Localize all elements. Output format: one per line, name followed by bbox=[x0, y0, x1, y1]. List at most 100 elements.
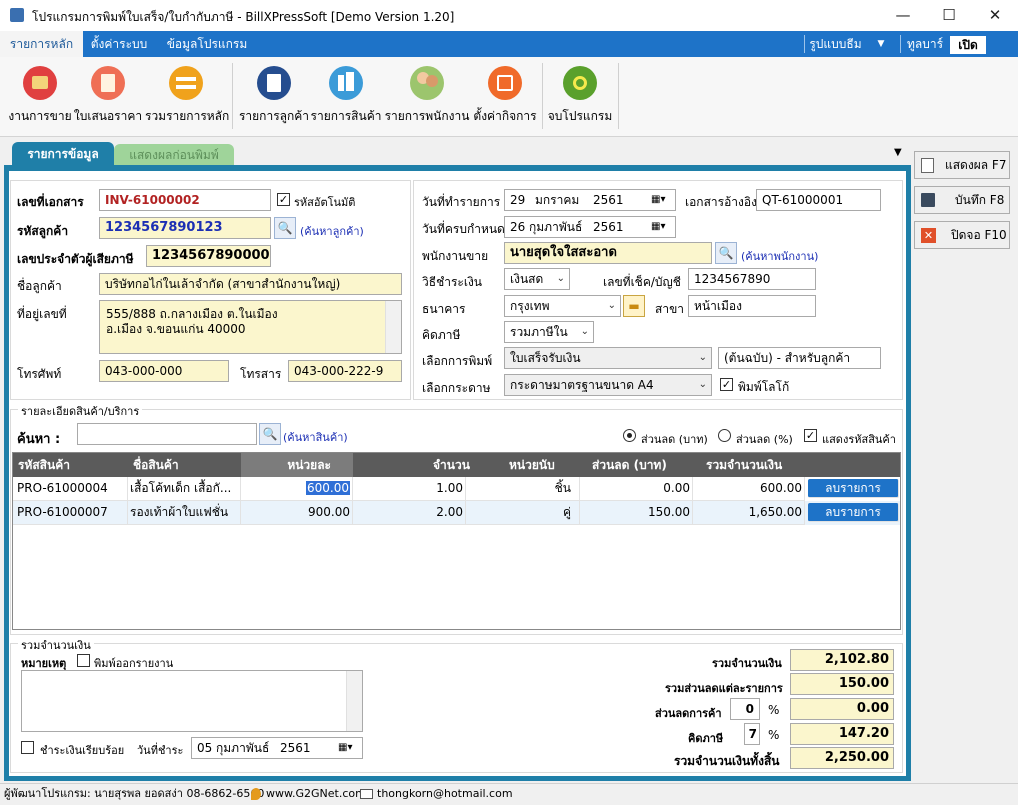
note-textarea[interactable] bbox=[21, 670, 363, 732]
ref-field[interactable]: QT-61000001 bbox=[756, 189, 881, 211]
delete-row-button[interactable]: ลบรายการ bbox=[808, 479, 899, 498]
search-salesman-icon[interactable]: 🔍 bbox=[715, 242, 737, 264]
menu-tab-settings[interactable]: ตั้งค่าระบบ bbox=[86, 31, 152, 57]
due-date-picker[interactable]: 26 กุมภาพันธ์ 2561 ▦▾ bbox=[504, 216, 676, 238]
location-pin-icon bbox=[251, 788, 261, 800]
col-code-header[interactable]: รหัสสินค้า bbox=[18, 453, 70, 477]
phone-field[interactable]: 043-000-000 bbox=[99, 360, 229, 382]
paper-label: เลือกกระดาษ bbox=[422, 381, 491, 395]
print-copy-field[interactable]: (ต้นฉบับ) - สำหรับลูกค้า bbox=[718, 347, 881, 369]
sum-label: รวมจำนวนเงิน bbox=[712, 657, 782, 670]
customers-button[interactable]: รายการลูกค้า bbox=[238, 61, 310, 131]
employees-button[interactable]: รายการพนักงาน bbox=[384, 61, 470, 131]
doc-no-label: เลขที่เอกสาร bbox=[17, 195, 84, 209]
close-button[interactable]: ✕ bbox=[972, 0, 1018, 31]
cheque-field[interactable]: 1234567890 bbox=[688, 268, 816, 290]
exchange-icon bbox=[169, 66, 203, 100]
col-qty-header[interactable]: จำนวน bbox=[433, 453, 470, 477]
print-type-select[interactable]: ใบเสร็จรับเงิน ⌄ bbox=[504, 347, 712, 369]
tax-select[interactable]: รวมภาษีใน ⌄ bbox=[504, 321, 594, 343]
txn-date-picker[interactable]: 29 มกราคม 2561 ▦▾ bbox=[504, 189, 676, 211]
items-grid[interactable]: รหัสสินค้า ชื่อสินค้า หน่วยละ จำนวน หน่ว… bbox=[12, 452, 901, 630]
show-code-checkbox[interactable]: ✓ bbox=[804, 429, 817, 442]
toolbar-toggle[interactable]: เปิด bbox=[950, 36, 986, 54]
paper-select[interactable]: กระดาษมาตรฐานขนาด A4 ⌄ bbox=[504, 374, 712, 396]
chevron-down-icon: ⌄ bbox=[698, 379, 707, 390]
col-name-header[interactable]: ชื่อสินค้า bbox=[133, 453, 179, 477]
save-icon bbox=[921, 193, 935, 207]
calendar-icon[interactable]: ▦▾ bbox=[338, 738, 352, 758]
cust-code-field[interactable]: 1234567890123 bbox=[99, 217, 271, 239]
vat-pct-field[interactable]: 7 bbox=[744, 723, 760, 745]
theme-menu[interactable]: รูปแบบธีม bbox=[808, 31, 863, 57]
chevron-down-icon: ⌄ bbox=[607, 300, 616, 311]
quotation-button[interactable]: ใบเสนอราคา bbox=[72, 61, 144, 131]
paid-checkbox[interactable] bbox=[21, 741, 34, 754]
delete-row-button[interactable]: ลบรายการ bbox=[808, 503, 899, 522]
grid-header: รหัสสินค้า ชื่อสินค้า หน่วยละ จำนวน หน่ว… bbox=[13, 453, 900, 477]
products-button[interactable]: รายการสินค้า bbox=[310, 61, 382, 131]
menu-tab-about[interactable]: ข้อมูลโปรแกรม bbox=[160, 31, 254, 57]
search-customer-icon[interactable]: 🔍 bbox=[274, 217, 296, 239]
fax-label: โทรสาร bbox=[240, 367, 282, 381]
cust-name-field[interactable]: บริษัทกอไก่ในเล้าจำกัด (สาขาสำนักงานใหญ่… bbox=[99, 273, 402, 295]
maximize-button[interactable]: ☐ bbox=[926, 0, 972, 31]
print-logo-checkbox[interactable]: ✓ bbox=[720, 378, 733, 391]
save-button[interactable]: บันทึก F8 bbox=[914, 186, 1010, 214]
auto-code-checkbox[interactable]: ✓ bbox=[277, 193, 290, 206]
address-field[interactable]: 555/888 ถ.กลางเมือง ต.ในเมือง อ.เมือง จ.… bbox=[99, 300, 402, 354]
search-product-icon[interactable]: 🔍 bbox=[259, 423, 281, 445]
ribbon-divider bbox=[542, 63, 543, 129]
preview-button[interactable]: แสดงผล F7 bbox=[914, 151, 1010, 179]
business-settings-button[interactable]: ตั้งค่ากิจการ bbox=[470, 61, 540, 131]
table-row[interactable]: PRO-61000004 เสื้อโค้ทเด็ก เสื้อกั... 60… bbox=[13, 477, 900, 501]
fax-field[interactable]: 043-000-222-9 bbox=[288, 360, 402, 382]
business-settings-icon bbox=[488, 66, 522, 100]
theme-dropdown-icon[interactable]: ▼ bbox=[874, 31, 888, 57]
table-row[interactable]: PRO-61000007 รองเท้าผ้าใบแฟชั่น 900.00 2… bbox=[13, 501, 900, 525]
pay-date-picker[interactable]: 05 กุมภาพันธ์ 2561 ▦▾ bbox=[191, 737, 363, 759]
tab-print-preview[interactable]: แสดงผลก่อนพิมพ์ bbox=[114, 144, 234, 167]
find-customer-link[interactable]: (ค้นหาลูกค้า) bbox=[300, 222, 364, 240]
main-list-button[interactable]: รวมรายการหลัก bbox=[145, 61, 229, 131]
vat-label: คิดภาษี bbox=[688, 732, 724, 745]
salesman-field[interactable]: นายสุดใจใสสะอาด bbox=[504, 242, 712, 264]
cust-name-label: ชื่อลูกค้า bbox=[17, 279, 62, 293]
product-search-input[interactable] bbox=[77, 423, 257, 445]
exit-button[interactable]: จบโปรแกรม bbox=[546, 61, 614, 131]
bank-select[interactable]: กรุงเทพ ⌄ bbox=[504, 295, 621, 317]
find-product-link[interactable]: (ค้นหาสินค้า) bbox=[283, 428, 348, 446]
chevron-down-icon: ⌄ bbox=[580, 326, 589, 337]
tab-menu-icon[interactable]: ▼ bbox=[894, 147, 902, 158]
discount-baht-radio[interactable] bbox=[623, 429, 636, 442]
email-link[interactable]: thongkorn@hotmail.com bbox=[377, 784, 513, 804]
col-total-header[interactable]: รวมจำนวนเงิน bbox=[706, 453, 782, 477]
print-note-checkbox[interactable] bbox=[77, 654, 90, 667]
calendar-icon[interactable]: ▦▾ bbox=[651, 190, 665, 210]
note-scrollbar[interactable] bbox=[346, 671, 362, 731]
payment-select[interactable]: เงินสด ⌄ bbox=[504, 268, 570, 290]
cust-discount-pct-field[interactable]: 0 bbox=[730, 698, 760, 720]
discount-pct-radio[interactable] bbox=[718, 429, 731, 442]
tax-id-field[interactable]: 1234567890000 bbox=[146, 245, 271, 267]
sales-button[interactable]: งานการขาย bbox=[4, 61, 76, 131]
address-scrollbar[interactable] bbox=[385, 301, 401, 353]
branch-field[interactable]: หน้าเมือง bbox=[688, 295, 816, 317]
toolbar-label: ทูลบาร์ bbox=[906, 37, 944, 51]
salesman-label: พนักงานขาย bbox=[422, 249, 489, 263]
close-screen-button[interactable]: ✕ ปิดจอ F10 bbox=[914, 221, 1010, 249]
close-box-icon: ✕ bbox=[921, 228, 936, 243]
find-salesman-link[interactable]: (ค้นหาพนักงาน) bbox=[741, 247, 818, 265]
menu-tab-main[interactable]: รายการหลัก bbox=[0, 31, 83, 57]
col-unit-header[interactable]: หน่วยนับ bbox=[509, 453, 555, 477]
folder-icon[interactable]: ▬ bbox=[623, 295, 645, 317]
calendar-icon[interactable]: ▦▾ bbox=[651, 217, 665, 237]
ribbon-divider bbox=[618, 63, 619, 129]
minimize-button[interactable]: — bbox=[880, 0, 926, 31]
price-cell-editing[interactable]: 600.00 bbox=[241, 477, 353, 501]
doc-no-field[interactable]: INV-61000002 bbox=[99, 189, 271, 211]
col-discount-header[interactable]: ส่วนลด (บาท) bbox=[592, 453, 667, 477]
tab-data-entry[interactable]: รายการข้อมูล bbox=[12, 142, 114, 167]
col-price-header[interactable]: หน่วยละ bbox=[241, 453, 353, 477]
website-link[interactable]: www.G2GNet.com bbox=[266, 784, 366, 804]
